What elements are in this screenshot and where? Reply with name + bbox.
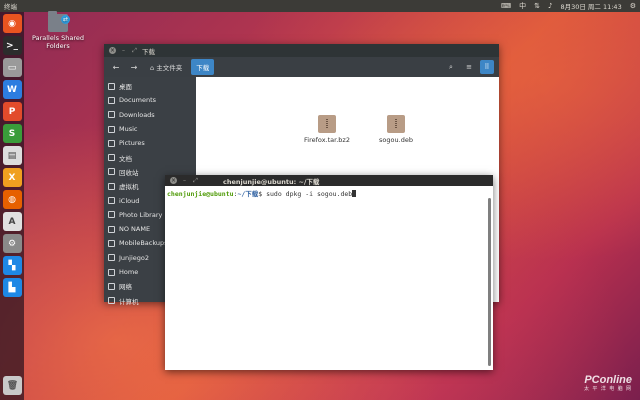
sidebar-item[interactable]: Downloads xyxy=(104,108,196,122)
sidebar-item-label: 网络 xyxy=(119,283,132,292)
watermark: PConline 太 平 洋 电 脑 网 xyxy=(584,374,632,394)
sidebar-item-label: 虚拟机 xyxy=(119,183,139,192)
text-cursor xyxy=(352,190,357,197)
system-tray: ⌨ 中 ⇅ ♪ 8月30日 周二 11:43 ⚙ xyxy=(501,1,636,11)
sidebar-item-label: NO NAME xyxy=(119,225,151,234)
sidebar-item-label: 回收站 xyxy=(119,168,139,177)
sidebar-item-label: Pictures xyxy=(119,139,145,148)
breadcrumb-home[interactable]: ⌂ 主文件夹 xyxy=(145,59,187,75)
archive-icon xyxy=(318,115,336,133)
terminal-window: × – ⤢ chenjunjie@ubuntu: ~/下载 chenjunjie… xyxy=(165,175,493,370)
search-icon[interactable]: ⌕ xyxy=(444,60,458,74)
sidebar-item[interactable]: Music xyxy=(104,122,196,136)
forward-button[interactable]: → xyxy=(127,63,141,72)
file-manager-title: 下载 xyxy=(142,47,155,56)
parallels-shared-icon[interactable]: ▙ xyxy=(2,278,22,297)
prompt-path: ~/下载 xyxy=(237,190,259,198)
place-icon xyxy=(108,125,115,133)
keyboard-icon[interactable]: ⌨ xyxy=(501,2,511,10)
close-button[interactable]: × xyxy=(170,177,177,184)
sidebar-item-label: iCloud xyxy=(119,196,140,205)
place-icon xyxy=(108,297,115,305)
settings-icon[interactable]: ⚙ xyxy=(2,234,22,253)
folder-icon: ⇄ xyxy=(48,11,70,32)
launcher: ◉ >_ ▭ W P S ▤ X ◍ A ⚙ ▚ ▙ 🗑 xyxy=(0,12,24,400)
package-icon xyxy=(387,115,405,133)
command-text: $ sudo dpkg -i sogou.deb xyxy=(258,190,353,198)
input-method-indicator[interactable]: 中 xyxy=(519,2,526,10)
place-icon xyxy=(108,182,115,190)
breadcrumb-downloads[interactable]: 下载 xyxy=(191,59,215,75)
prompt-user: chenjunjie@ubuntu xyxy=(167,190,234,198)
list-view-icon[interactable]: ≡ xyxy=(462,60,476,74)
watermark-brand: PConline xyxy=(584,374,632,386)
close-button[interactable]: × xyxy=(109,47,116,54)
firefox-icon[interactable]: ◍ xyxy=(2,190,22,209)
sidebar-item[interactable]: 桌面 xyxy=(104,79,196,93)
place-icon xyxy=(108,197,115,205)
terminal-scrollbar[interactable] xyxy=(488,198,491,366)
top-panel: 终端 ⌨ 中 ⇅ ♪ 8月30日 周二 11:43 ⚙ xyxy=(0,0,640,12)
place-icon xyxy=(108,211,115,219)
place-icon xyxy=(108,254,115,262)
file-item[interactable]: sogou.deb xyxy=(366,115,426,144)
sidebar-item-label: MobileBackups xyxy=(119,239,168,248)
sidebar-item-label: Home xyxy=(119,268,139,276)
clock[interactable]: 8月30日 周二 11:43 xyxy=(560,1,621,11)
sidebar-item[interactable]: Documents xyxy=(104,93,196,107)
system-menu-icon[interactable]: ⚙ xyxy=(630,2,636,10)
maximize-button[interactable]: ⤢ xyxy=(131,47,138,54)
place-icon xyxy=(108,268,115,276)
desktop-shared-folder-label: Parallels Shared Folders xyxy=(31,34,85,50)
watermark-sub: 太 平 洋 电 脑 网 xyxy=(584,386,632,392)
file-item[interactable]: Firefox.tar.bz2 xyxy=(297,115,357,144)
place-icon xyxy=(108,96,115,104)
sidebar-item-label: 文档 xyxy=(119,154,132,163)
sidebar-item-label: Junjiego2 xyxy=(119,253,150,262)
volume-icon[interactable]: ♪ xyxy=(548,2,552,10)
xmind-icon[interactable]: X xyxy=(2,168,22,187)
grid-view-icon[interactable]: ⠿ xyxy=(480,60,494,74)
sidebar-item[interactable]: 文档 xyxy=(104,150,196,164)
sidebar-item-label: Documents xyxy=(119,96,157,105)
file-manager-toolbar: ← → ⌂ 主文件夹 下载 ⌕ ≡ ⠿ xyxy=(104,57,499,77)
wps-writer-icon[interactable]: W xyxy=(2,80,22,99)
ubuntu-dash-icon[interactable]: ◉ xyxy=(2,14,22,33)
minimize-button[interactable]: – xyxy=(181,177,188,184)
terminal-title: chenjunjie@ubuntu: ~/下载 xyxy=(223,177,320,186)
wps-spreadsheet-icon[interactable]: S xyxy=(2,124,22,143)
maximize-button[interactable]: ⤢ xyxy=(192,177,199,184)
terminal-output[interactable]: chenjunjie@ubuntu:~/下载$ sudo dpkg -i sog… xyxy=(165,186,493,370)
place-icon xyxy=(108,111,115,119)
terminal-titlebar[interactable]: × – ⤢ chenjunjie@ubuntu: ~/下载 xyxy=(165,175,493,186)
minimize-button[interactable]: – xyxy=(120,47,127,54)
terminal-icon[interactable]: >_ xyxy=(2,36,22,55)
place-icon xyxy=(108,82,115,90)
network-icon[interactable]: ⇅ xyxy=(534,2,540,10)
place-icon xyxy=(108,239,115,247)
sidebar-item-label: Photo Library xyxy=(119,210,163,219)
sidebar-item-label: 桌面 xyxy=(119,83,132,92)
software-center-icon[interactable]: A xyxy=(2,212,22,231)
place-icon xyxy=(108,168,115,176)
parallels-icon[interactable]: ▚ xyxy=(2,256,22,275)
place-icon xyxy=(108,225,115,233)
file-name: sogou.deb xyxy=(379,136,413,144)
sidebar-item-label: Downloads xyxy=(119,110,155,119)
system-monitor-icon[interactable]: ▤ xyxy=(2,146,22,165)
wps-presentation-icon[interactable]: P xyxy=(2,102,22,121)
active-window-title: 终端 xyxy=(4,3,17,11)
sidebar-item-label: 计算机 xyxy=(119,297,139,306)
desktop-shared-folder[interactable]: ⇄ Parallels Shared Folders xyxy=(30,11,86,50)
place-icon xyxy=(108,282,115,290)
files-icon[interactable]: ▭ xyxy=(2,58,22,77)
sidebar-item[interactable]: Pictures xyxy=(104,136,196,150)
trash-icon[interactable]: 🗑 xyxy=(3,376,22,395)
place-icon xyxy=(108,139,115,147)
sidebar-item-label: Music xyxy=(119,125,138,134)
file-name: Firefox.tar.bz2 xyxy=(304,136,350,144)
back-button[interactable]: ← xyxy=(109,63,123,72)
file-manager-titlebar[interactable]: × – ⤢ 下载 xyxy=(104,44,499,57)
place-icon xyxy=(108,154,115,162)
